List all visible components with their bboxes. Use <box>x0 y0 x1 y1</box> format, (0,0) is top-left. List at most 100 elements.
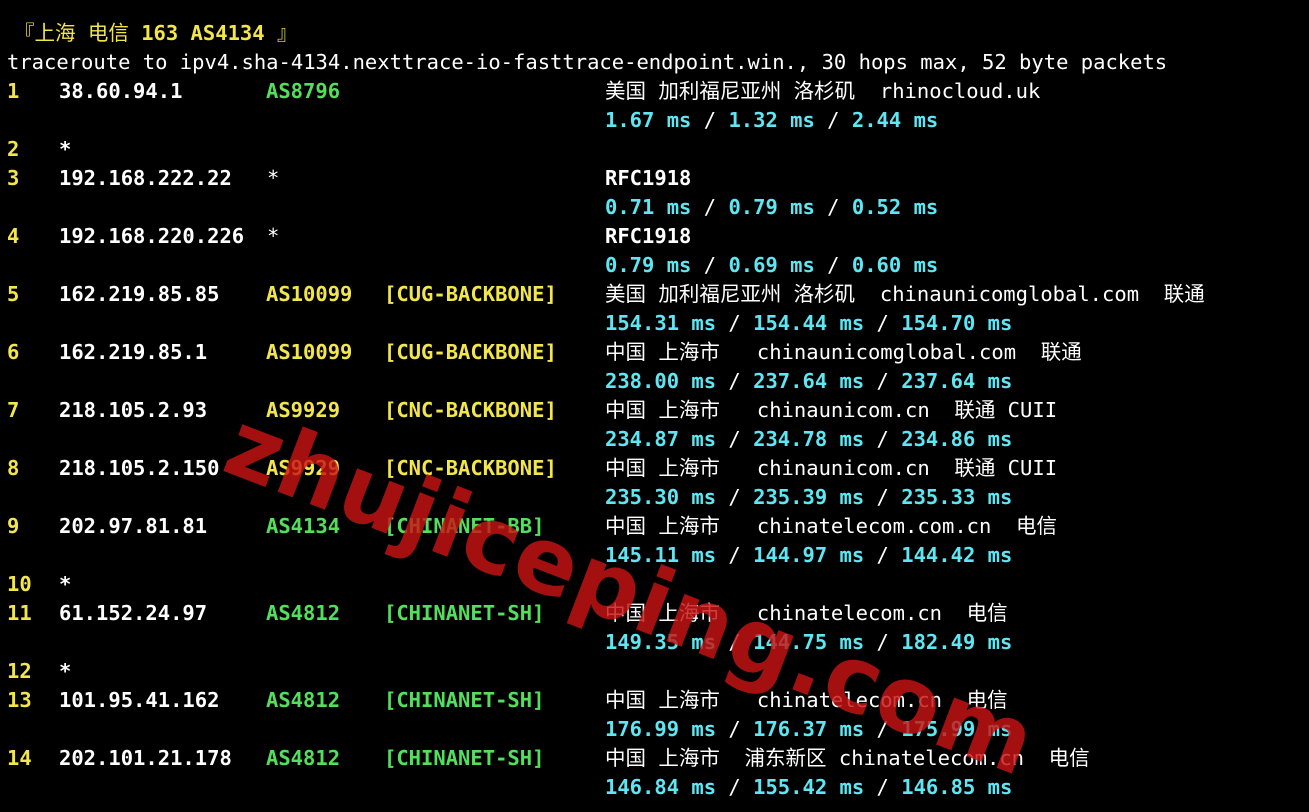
hop-ip: 192.168.220.226 <box>59 224 245 248</box>
hop-asn: AS10099 <box>266 282 353 306</box>
hop-rtt: 238.00 ms / 237.64 ms / 237.64 ms <box>605 367 1012 396</box>
rtt-separator: / <box>716 311 754 335</box>
hop-asn: AS4812 <box>266 746 341 770</box>
hop-rtt-row: 146.84 ms / 155.42 ms / 146.85 ms <box>7 773 1307 802</box>
rtt-separator: / <box>864 311 902 335</box>
hop-row: 13 101.95.41.162 AS4812 [CHINANET-SH] 中国 上海市… <box>7 686 1307 715</box>
hop-geo: 中国 上海市 chinatelecom.com.cn 电信 <box>605 514 1058 538</box>
rtt-separator: / <box>716 630 754 654</box>
rtt-separator: / <box>864 630 902 654</box>
hop-row: 8 218.105.2.150 AS9929 [CNC-BACKBONE] 中国 上海市… <box>7 454 1307 483</box>
rtt-value: 234.86 ms <box>901 427 1013 451</box>
rtt-value: 235.33 ms <box>901 485 1013 509</box>
hop-list: 1 38.60.94.1 AS8796 美国 加利福尼亚州 洛杉矶 rhinoclou… <box>7 77 1307 802</box>
hop-asn-unknown: * <box>267 166 280 190</box>
rtt-value: 234.78 ms <box>753 427 865 451</box>
hop-geo: 美国 加利福尼亚州 洛杉矶 chinaunicomglobal.com 联通 <box>605 282 1205 306</box>
hop-rtt-row: 145.11 ms / 144.97 ms / 144.42 ms <box>7 541 1307 570</box>
rtt-value: 154.70 ms <box>901 311 1013 335</box>
hop-asn: AS8796 <box>266 79 341 103</box>
rtt-separator: / <box>716 427 754 451</box>
hop-asn: AS4812 <box>266 601 341 625</box>
rtt-separator: / <box>814 253 852 277</box>
hop-rtt-row: 176.99 ms / 176.37 ms / 175.99 ms <box>7 715 1307 744</box>
hop-geo: 中国 上海市 chinaunicomglobal.com 联通 <box>605 340 1082 364</box>
hop-number: 10 <box>7 572 32 596</box>
rtt-separator: / <box>691 253 729 277</box>
rtt-value: 144.75 ms <box>753 630 865 654</box>
rtt-value: 237.64 ms <box>753 369 865 393</box>
hop-row: 6 162.219.85.1 AS10099 [CUG-BACKBONE] 中国 上海市… <box>7 338 1307 367</box>
hop-row: 5 162.219.85.85 AS10099 [CUG-BACKBONE] 美国 加利… <box>7 280 1307 309</box>
rtt-value: 2.44 ms <box>851 108 939 132</box>
rtt-value: 0.79 ms <box>605 253 692 277</box>
hop-rtt-row: 149.35 ms / 144.75 ms / 182.49 ms <box>7 628 1307 657</box>
hop-asn: AS4812 <box>266 688 341 712</box>
hop-row: 2 * <box>7 135 1307 164</box>
hop-network-tag: [CHINANET-SH] <box>384 601 545 625</box>
hop-network-tag: [CHINANET-SH] <box>384 688 545 712</box>
trace-header: 『上海 电信 163 AS4134 』 <box>7 19 1307 48</box>
hop-number: 5 <box>7 282 20 306</box>
hop-network-tag: [CNC-BACKBONE] <box>384 398 557 422</box>
terminal-output: 『上海 电信 163 AS4134 』 traceroute to ipv4.s… <box>7 19 1307 802</box>
rtt-value: 0.60 ms <box>851 253 939 277</box>
hop-rtt: 0.79 ms / 0.69 ms / 0.60 ms <box>605 251 938 280</box>
rtt-value: 176.37 ms <box>753 717 865 741</box>
rtt-separator: / <box>814 108 852 132</box>
hop-rtt-row: 1.67 ms / 1.32 ms / 2.44 ms <box>7 106 1307 135</box>
hop-rtt: 234.87 ms / 234.78 ms / 234.86 ms <box>605 425 1012 454</box>
hop-rtt-row: 154.31 ms / 154.44 ms / 154.70 ms <box>7 309 1307 338</box>
hop-row: 10 * <box>7 570 1307 599</box>
hop-rtt-row: 235.30 ms / 235.39 ms / 235.33 ms <box>7 483 1307 512</box>
rtt-value: 237.64 ms <box>901 369 1013 393</box>
rtt-separator: / <box>864 543 902 567</box>
hop-row: 14 202.101.21.178 AS4812 [CHINANET-SH] 中国 上海… <box>7 744 1307 773</box>
hop-ip: 162.219.85.1 <box>59 340 208 364</box>
rtt-separator: / <box>864 427 902 451</box>
hop-ip: 202.101.21.178 <box>59 746 232 770</box>
hop-row: 12 * <box>7 657 1307 686</box>
timeout-marker: * <box>59 572 72 596</box>
rtt-separator: / <box>691 108 729 132</box>
rtt-separator: / <box>814 195 852 219</box>
hop-ip: 192.168.222.22 <box>59 166 232 190</box>
rtt-separator: / <box>691 195 729 219</box>
hop-number: 9 <box>7 514 20 538</box>
rtt-value: 0.71 ms <box>605 195 692 219</box>
hop-row: 1 38.60.94.1 AS8796 美国 加利福尼亚州 洛杉矶 rhinoclou… <box>7 77 1307 106</box>
hop-number: 11 <box>7 601 32 625</box>
hop-geo: 中国 上海市 chinaunicom.cn 联通 CUII <box>605 398 1058 422</box>
rtt-separator: / <box>864 369 902 393</box>
hop-geo: RFC1918 <box>605 224 692 248</box>
hop-ip: 38.60.94.1 <box>59 79 183 103</box>
hop-rtt-row: 0.71 ms / 0.79 ms / 0.52 ms <box>7 193 1307 222</box>
hop-geo: 中国 上海市 chinaunicom.cn 联通 CUII <box>605 456 1058 480</box>
hop-number: 4 <box>7 224 20 248</box>
rtt-value: 144.42 ms <box>901 543 1013 567</box>
hop-network-tag: [CUG-BACKBONE] <box>384 282 557 306</box>
rtt-separator: / <box>716 485 754 509</box>
hop-network-tag: [CNC-BACKBONE] <box>384 456 557 480</box>
rtt-separator: / <box>716 369 754 393</box>
hop-number: 13 <box>7 688 32 712</box>
hop-rtt: 154.31 ms / 154.44 ms / 154.70 ms <box>605 309 1012 338</box>
rtt-value: 1.67 ms <box>605 108 692 132</box>
rtt-value: 1.32 ms <box>728 108 815 132</box>
hop-rtt-row: 0.79 ms / 0.69 ms / 0.60 ms <box>7 251 1307 280</box>
rtt-value: 175.99 ms <box>901 717 1013 741</box>
rtt-value: 176.99 ms <box>605 717 717 741</box>
hop-geo: 中国 上海市 浦东新区 chinatelecom.cn 电信 <box>605 746 1090 770</box>
hop-row: 3 192.168.222.22 * RFC1918 <box>7 164 1307 193</box>
hop-row: 11 61.152.24.97 AS4812 [CHINANET-SH] 中国 上海市 … <box>7 599 1307 628</box>
hop-geo: 中国 上海市 chinatelecom.cn 电信 <box>605 601 1008 625</box>
rtt-value: 144.97 ms <box>753 543 865 567</box>
rtt-separator: / <box>716 717 754 741</box>
rtt-separator: / <box>864 485 902 509</box>
hop-network-tag: [CHINANET-BB] <box>384 514 545 538</box>
rtt-value: 235.30 ms <box>605 485 717 509</box>
rtt-value: 149.35 ms <box>605 630 717 654</box>
rtt-value: 145.11 ms <box>605 543 717 567</box>
hop-asn: AS9929 <box>266 398 341 422</box>
hop-network-tag: [CHINANET-SH] <box>384 746 545 770</box>
